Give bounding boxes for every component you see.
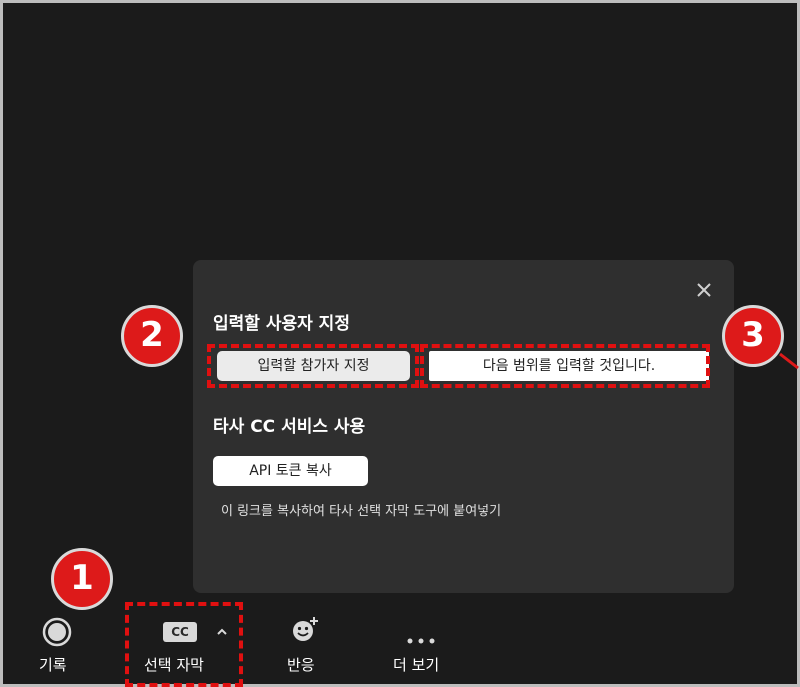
step-marker-2: 2 [121, 305, 183, 367]
more-label[interactable]: 더 보기 [393, 654, 439, 675]
highlight-captions-button [125, 602, 243, 687]
record-icon[interactable] [41, 616, 73, 652]
captions-popup: 입력할 사용자 지정 입력할 참가자 지정 다음 범위를 입력할 것입니다. 타… [193, 260, 734, 593]
highlight-assign-info [420, 344, 710, 388]
assign-typist-heading: 입력할 사용자 지정 [213, 314, 350, 334]
third-party-cc-heading: 타사 CC 서비스 사용 [213, 417, 366, 437]
close-icon[interactable] [694, 280, 714, 300]
reactions-label[interactable]: 반응 [287, 654, 315, 675]
step-marker-1: 1 [51, 548, 113, 610]
copy-api-token-button[interactable]: API 토큰 복사 [213, 456, 368, 486]
step-marker-3: 3 [722, 305, 784, 367]
copy-link-hint: 이 링크를 복사하여 타사 선택 자막 도구에 붙여넣기 [221, 504, 502, 519]
marker-3-pointer [779, 352, 799, 370]
ellipsis-icon[interactable] [406, 629, 436, 648]
emoji-add-icon[interactable] [290, 615, 320, 649]
highlight-assign-button [207, 344, 419, 388]
record-label[interactable]: 기록 [39, 654, 67, 675]
